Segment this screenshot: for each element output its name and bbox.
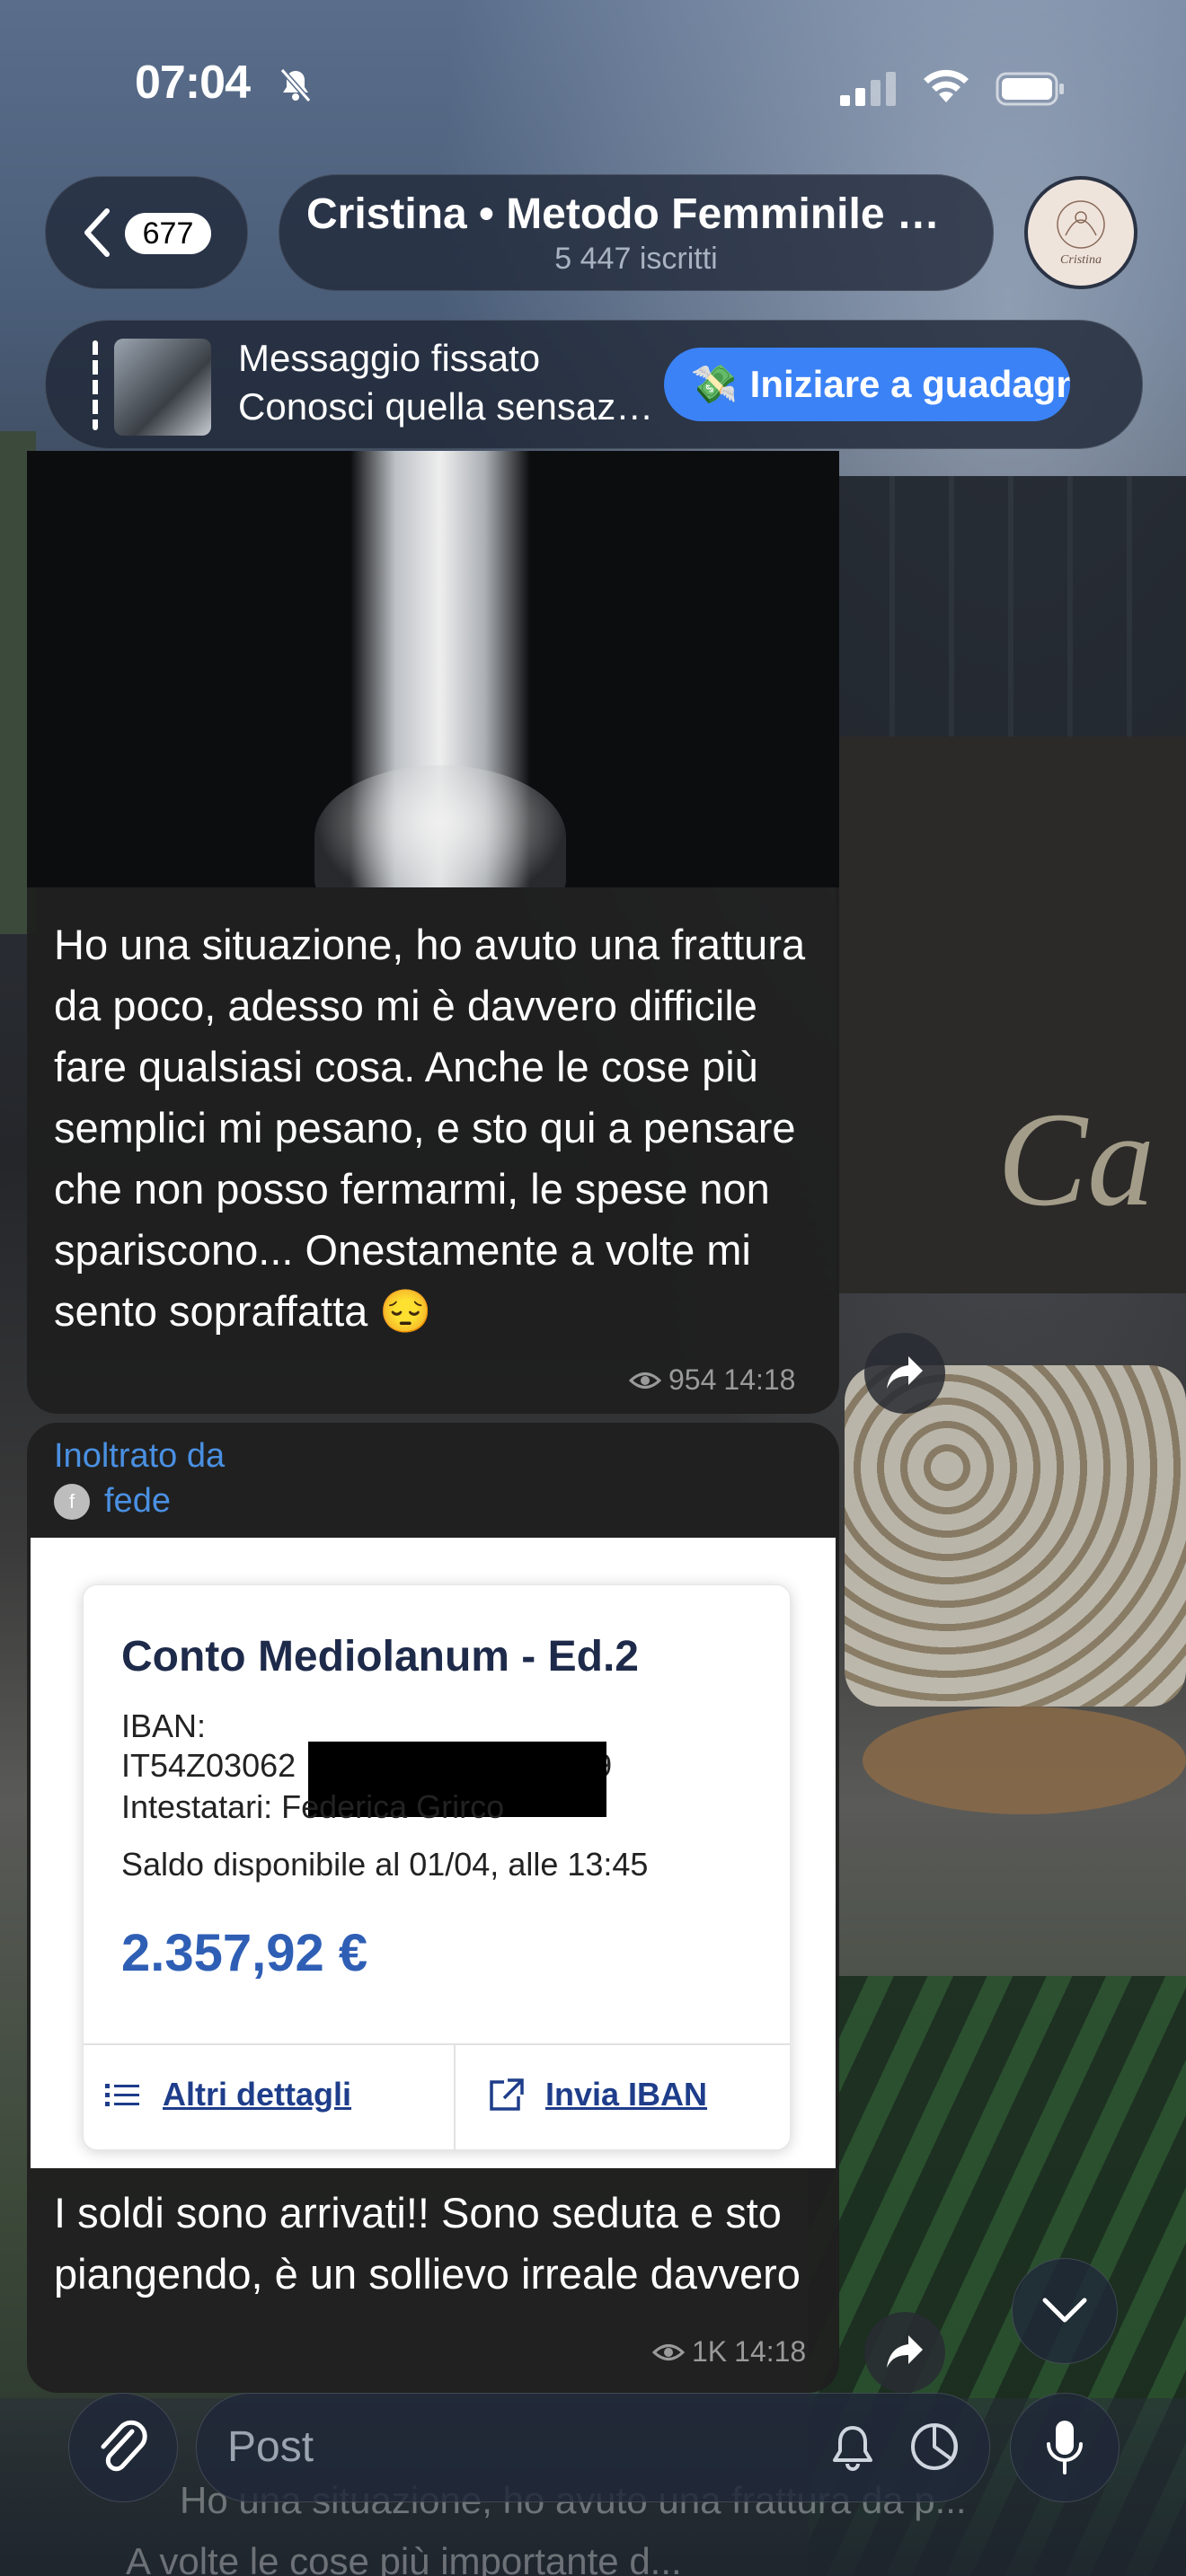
bell-off-icon <box>279 68 312 102</box>
message-meta: 954 14:18 <box>629 1363 795 1397</box>
background-message-preview: A volte le cose più importante d... <box>126 2540 682 2576</box>
chat-header[interactable]: Cristina • Metodo Femminile Cristina 5 4… <box>279 174 994 291</box>
paperclip-icon <box>101 2420 147 2472</box>
post-placeholder: Post <box>227 2423 314 2471</box>
avatar-illustration-icon <box>1057 200 1105 249</box>
message-meta: 1K 14:18 <box>652 2335 806 2369</box>
bank-send-iban-label: Invia IBAN <box>545 2076 708 2113</box>
bank-details-link: Altri dettagli <box>103 2076 351 2113</box>
pinned-indicator <box>93 340 98 430</box>
message-bubble[interactable]: Ho una situazione, ho avuto una frattura… <box>27 451 839 1414</box>
forwarded-label: Inoltrato da <box>54 1437 226 1475</box>
eye-icon <box>652 2343 685 2360</box>
attach-button[interactable] <box>68 2393 178 2502</box>
share-button[interactable] <box>864 1333 945 1414</box>
message-text: I soldi sono arrivati!! Sono seduta e st… <box>54 2189 801 2298</box>
pinned-thumbnail <box>114 339 211 436</box>
forwarded-avatar: f <box>54 1483 90 1520</box>
share-button[interactable] <box>864 2312 945 2393</box>
battery-icon <box>996 72 1064 106</box>
forwarded-message-bubble[interactable]: Inoltrato da f fede Conto Mediolanum - E… <box>27 1423 839 2393</box>
bank-iban-label: IBAN: <box>121 1707 207 1744</box>
bell-icon[interactable] <box>829 2422 876 2473</box>
forwarded-sender: fede <box>104 1482 171 1520</box>
xray-image[interactable] <box>27 451 839 887</box>
view-count: 954 <box>668 1363 717 1396</box>
timer-icon[interactable] <box>908 2421 960 2473</box>
pinned-title: Messaggio fissato <box>238 337 541 379</box>
message-time: 14:18 <box>723 1363 796 1396</box>
bank-details-label: Altri dettagli <box>163 2076 352 2113</box>
chevron-left-icon <box>84 208 110 257</box>
post-input[interactable]: Post <box>196 2393 990 2502</box>
bank-balance-label: Saldo disponibile al 01/04, alle 13:45 <box>121 1846 649 1883</box>
bank-vertical-divider <box>454 2045 456 2149</box>
pinned-message-bar[interactable]: Messaggio fissato Conosci quella sensazi… <box>45 320 1143 449</box>
external-link-icon <box>490 2078 524 2111</box>
microphone-icon <box>1047 2421 1083 2475</box>
subscriber-count: 5 447 iscritti <box>554 242 718 276</box>
bank-iban-prefix: IT54Z03062 <box>121 1747 296 1784</box>
background-brand-text: Ca <box>997 1085 1155 1234</box>
eye-icon <box>629 1372 661 1389</box>
bank-account-title: Conto Mediolanum - Ed.2 <box>121 1633 639 1681</box>
bank-divider <box>84 2043 790 2045</box>
wifi-icon <box>924 69 969 102</box>
share-arrow-icon <box>887 2335 923 2368</box>
view-count: 1K <box>692 2335 728 2368</box>
avatar-signature: Cristina <box>1060 253 1102 267</box>
unread-count-badge: 677 <box>125 213 211 254</box>
background-table <box>863 1707 1186 1814</box>
list-icon <box>105 2084 139 2106</box>
pinned-cta-button[interactable]: 💸 Iniziare a guadagnare <box>664 348 1070 421</box>
back-button[interactable]: 677 <box>45 176 248 289</box>
telegram-channel-screen: Ca 07:04 677 Cristina • Metodo Femminile… <box>0 0 1186 2576</box>
chat-title: Cristina • Metodo Femminile Cristina <box>306 190 993 238</box>
channel-avatar[interactable]: Cristina <box>1024 176 1137 289</box>
bank-screenshot-image[interactable]: Conto Mediolanum - Ed.2 IBAN: IT54Z03062… <box>31 1538 836 2168</box>
status-time: 07:04 <box>135 57 251 109</box>
share-arrow-icon <box>887 1356 923 1389</box>
message-text: Ho una situazione, ho avuto una frattura… <box>54 921 806 1335</box>
bank-owners: Intestatari: Federica Grirco <box>121 1788 505 1825</box>
message-time: 14:18 <box>734 2335 807 2368</box>
pinned-preview: Conosci quella sensazione... <box>238 385 660 428</box>
chevron-down-icon <box>1042 2298 1087 2323</box>
pinned-cta-label: Iniziare a guadagnare <box>749 363 1070 405</box>
signal-icon <box>840 72 896 106</box>
bank-send-iban-link: Invia IBAN <box>486 2076 707 2113</box>
bank-card: Conto Mediolanum - Ed.2 IBAN: IT54Z03062… <box>83 1584 791 2150</box>
bank-balance-amount: 2.357,92 € <box>121 1924 368 1982</box>
money-emoji-icon: 💸 <box>690 363 739 405</box>
background-chair <box>845 1365 1186 1707</box>
microphone-button[interactable] <box>1010 2393 1120 2502</box>
forwarded-from[interactable]: f fede <box>54 1482 171 1521</box>
scroll-to-bottom-button[interactable] <box>1012 2258 1118 2364</box>
